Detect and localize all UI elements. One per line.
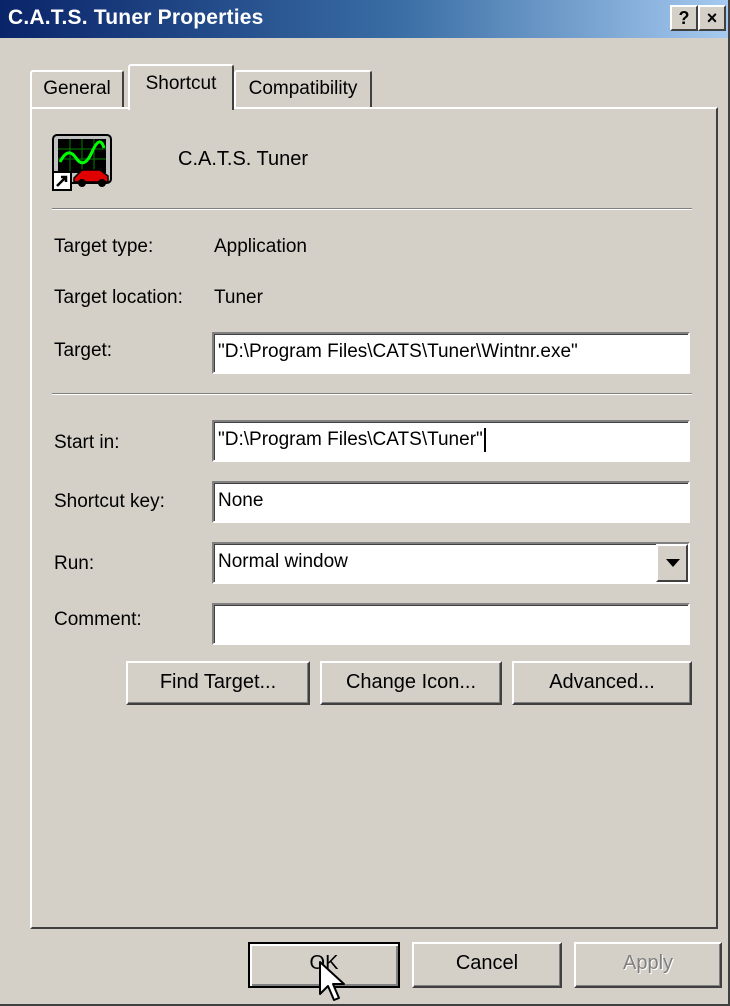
separator: [52, 208, 692, 210]
chevron-down-icon[interactable]: [656, 544, 688, 582]
advanced-button[interactable]: Advanced...: [512, 661, 692, 705]
shortcut-key-field[interactable]: None: [212, 481, 690, 523]
cats-tuner-app-icon: [52, 134, 112, 191]
text-caret: [483, 427, 486, 452]
comment-field[interactable]: [212, 603, 690, 645]
comment-label: Comment:: [54, 609, 142, 630]
properties-dialog: C.A.T.S. Tuner Properties ? × General Sh…: [0, 0, 730, 1006]
apply-button[interactable]: Apply: [574, 942, 722, 988]
mouse-pointer-icon: [319, 961, 345, 1001]
target-type-label: Target type:: [54, 236, 154, 257]
cancel-button[interactable]: Cancel: [412, 942, 562, 988]
target-label: Target:: [54, 340, 113, 361]
tab-general[interactable]: General: [30, 70, 124, 108]
shortcut-name: C.A.T.S. Tuner: [178, 148, 309, 170]
run-select[interactable]: Normal window: [212, 542, 690, 584]
title-bar[interactable]: C.A.T.S. Tuner Properties ? ×: [0, 0, 728, 38]
start-in-field-text: "D:\Program Files\CATS\Tuner": [218, 429, 483, 450]
change-icon-button[interactable]: Change Icon...: [320, 661, 502, 705]
shortcut-key-label: Shortcut key:: [54, 491, 165, 512]
target-field[interactable]: "D:\Program Files\CATS\Tuner\Wintnr.exe": [212, 332, 690, 374]
separator: [52, 393, 692, 395]
start-in-field[interactable]: "D:\Program Files\CATS\Tuner": [212, 420, 690, 462]
target-location-value: Tuner: [214, 287, 263, 308]
help-button[interactable]: ?: [670, 5, 698, 31]
close-button[interactable]: ×: [698, 5, 726, 31]
run-select-value: Normal window: [218, 551, 348, 572]
tab-shortcut[interactable]: Shortcut: [128, 64, 234, 110]
target-type-value: Application: [214, 236, 307, 257]
tab-compatibility[interactable]: Compatibility: [234, 70, 372, 108]
window-title: C.A.T.S. Tuner Properties: [8, 6, 264, 29]
find-target-button[interactable]: Find Target...: [126, 661, 310, 705]
target-field-text: "D:\Program Files\CATS\Tuner\Wintnr.exe": [218, 341, 578, 362]
tab-join: [130, 106, 232, 110]
run-label: Run:: [54, 553, 95, 574]
start-in-label: Start in:: [54, 432, 120, 453]
shortcut-key-field-text: None: [218, 490, 264, 511]
target-location-label: Target location:: [54, 287, 183, 308]
